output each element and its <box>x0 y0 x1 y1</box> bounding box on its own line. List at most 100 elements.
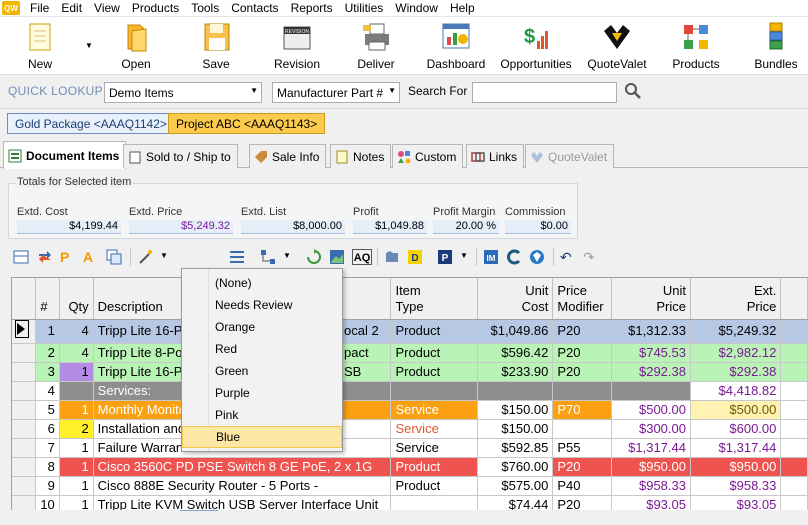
row-unit-cost[interactable]: $74.44 <box>477 495 554 510</box>
header-item-type[interactable]: Item Type <box>390 278 478 320</box>
opportunities-button[interactable]: $ Opportunities <box>498 19 574 73</box>
new-dropdown-icon[interactable]: ▼ <box>85 41 93 50</box>
row-type[interactable]: Product <box>390 343 478 363</box>
table-row[interactable]: 8 1 Cisco 3560C PD PSE Switch 8 GE PoE, … <box>12 457 808 477</box>
menu-products[interactable]: Products <box>126 0 185 17</box>
row-type[interactable]: Product <box>390 319 478 344</box>
row-unit-cost[interactable]: $575.00 <box>477 476 554 496</box>
list-view-icon[interactable] <box>229 249 245 265</box>
hierarchy-dropdown-icon[interactable]: ▼ <box>283 251 291 260</box>
row-type[interactable]: Service <box>390 400 478 420</box>
document-p-icon[interactable]: P <box>437 249 453 265</box>
row-ext-price[interactable]: $4,418.82 <box>690 381 782 401</box>
table-row[interactable]: 6 2 Installation and Service $150.00 $30… <box>12 419 808 439</box>
row-description[interactable]: Cisco 3560C PD PSE Switch 8 GE PoE, 2 x … <box>93 457 392 477</box>
row-unit-cost[interactable]: $596.42 <box>477 343 554 363</box>
row-unit-price[interactable]: $950.00 <box>611 457 691 477</box>
hierarchy-icon[interactable] <box>260 249 276 265</box>
table-row[interactable]: 2 4 Tripp Lite 8-Po pact Product $596.42 … <box>12 343 808 363</box>
menu-reports[interactable]: Reports <box>285 0 339 17</box>
row-type[interactable]: Service <box>390 419 478 439</box>
swap-icon[interactable] <box>37 249 53 265</box>
row-unit-cost[interactable] <box>477 381 554 401</box>
row-unit-price[interactable]: $292.38 <box>611 362 691 382</box>
row-type[interactable]: Product <box>390 457 478 477</box>
table-row[interactable]: 7 1 Failure Warran Service $592.85 P55 $… <box>12 438 808 458</box>
tab-custom[interactable]: Custom <box>392 144 464 168</box>
deliver-button[interactable]: Deliver <box>354 19 398 73</box>
document-p-dropdown-icon[interactable]: ▼ <box>460 251 468 260</box>
header-unit-cost[interactable]: Unit Cost <box>477 278 554 320</box>
wand-dropdown-icon[interactable]: ▼ <box>160 251 168 260</box>
search-icon[interactable] <box>624 82 642 100</box>
color-option-pink[interactable]: Pink <box>182 404 342 426</box>
row-price-modifier[interactable]: P55 <box>552 438 613 458</box>
row-qty[interactable]: 1 <box>59 476 94 496</box>
color-option-needs-review[interactable]: Needs Review <box>182 294 342 316</box>
color-option-green[interactable]: Green <box>182 360 342 382</box>
row-price-modifier[interactable]: P20 <box>552 319 613 344</box>
row-price-modifier[interactable]: P40 <box>552 476 613 496</box>
row-price-modifier[interactable]: P70 <box>552 400 613 420</box>
row-unit-cost[interactable]: $1,049.86 <box>477 319 554 344</box>
tab-sale-info[interactable]: Sale Info <box>249 144 327 168</box>
copy-format-icon[interactable] <box>106 249 122 265</box>
header-unit-price[interactable]: Unit Price <box>611 278 691 320</box>
row-price-modifier[interactable]: P20 <box>552 343 613 363</box>
p-format-icon[interactable]: P <box>60 249 76 265</box>
row-price-modifier[interactable]: P20 <box>552 362 613 382</box>
im-icon[interactable]: IM <box>483 249 499 265</box>
search-input[interactable] <box>472 82 617 103</box>
header-qty[interactable]: Qty <box>59 278 94 320</box>
bundles-button[interactable]: Bundles <box>752 19 800 73</box>
row-qty[interactable]: 1 <box>59 362 94 382</box>
row-ext-price[interactable]: $93.05 <box>690 495 782 510</box>
row-ext-price[interactable]: $958.33 <box>690 476 782 496</box>
row-qty[interactable]: 1 <box>59 400 94 420</box>
row-price-modifier[interactable]: P20 <box>552 495 613 510</box>
row-qty[interactable]: 1 <box>59 457 94 477</box>
row-unit-price[interactable]: $93.05 <box>611 495 691 510</box>
row-qty[interactable]: 4 <box>59 343 94 363</box>
row-qty[interactable]: 1 <box>59 438 94 458</box>
lookup-source-select[interactable]: Demo Items ▼ <box>104 82 262 103</box>
row-ext-price[interactable]: $1,317.44 <box>690 438 782 458</box>
table-row[interactable]: 9 1 Cisco 888E Security Router - 5 Ports… <box>12 476 808 496</box>
tab-sold-to-ship-to[interactable]: Sold to / Ship to <box>123 144 238 168</box>
header-price-modifier[interactable]: Price Modifier <box>552 278 613 320</box>
menu-view[interactable]: View <box>88 0 126 17</box>
row-unit-cost[interactable]: $233.90 <box>477 362 554 382</box>
row-unit-price[interactable]: $500.00 <box>611 400 691 420</box>
row-unit-price[interactable]: $1,312.33 <box>611 319 691 344</box>
tab-quotevalet[interactable]: QuoteValet <box>525 144 615 168</box>
row-unit-price[interactable]: $1,317.44 <box>611 438 691 458</box>
row-qty[interactable]: 1 <box>59 495 94 510</box>
row-unit-cost[interactable]: $592.85 <box>477 438 554 458</box>
tab-links[interactable]: Links <box>466 144 525 168</box>
header-ext-price[interactable]: Ext. Price <box>690 278 782 320</box>
row-qty[interactable]: 4 <box>59 319 94 344</box>
document-tab-project-abc[interactable]: Project ABC <AAAQ1143> <box>168 113 326 134</box>
undo-icon[interactable]: ↶ <box>560 249 576 265</box>
row-type[interactable]: Product <box>390 476 478 496</box>
menu-file[interactable]: File <box>24 0 55 17</box>
row-type[interactable]: Product <box>390 362 478 382</box>
menu-help[interactable]: Help <box>444 0 481 17</box>
lookup-field-select[interactable]: Manufacturer Part # ▼ <box>272 82 400 103</box>
tab-notes[interactable]: Notes <box>330 144 392 168</box>
table-row[interactable]: 10 1 Tripp Lite KVM Switch USB Server In… <box>12 495 808 510</box>
color-option-purple[interactable]: Purple <box>182 382 342 404</box>
row-description[interactable]: Tripp Lite KVM Switch USB Server Interfa… <box>93 495 392 510</box>
table-row[interactable]: 1 4 Tripp Lite 16-P ocal 2 Product $1,049… <box>12 319 808 344</box>
row-ext-price[interactable]: $500.00 <box>690 400 782 420</box>
a-format-icon[interactable]: A <box>83 249 99 265</box>
row-unit-cost[interactable]: $150.00 <box>477 419 554 439</box>
new-button[interactable]: New <box>18 19 62 73</box>
row-price-modifier[interactable]: P20 <box>552 457 613 477</box>
save-button[interactable]: Save <box>194 19 238 73</box>
row-unit-price[interactable] <box>611 381 691 401</box>
row-unit-price[interactable]: $745.53 <box>611 343 691 363</box>
redo-icon[interactable]: ↷ <box>583 249 599 265</box>
document-tab-gold-package[interactable]: Gold Package <AAAQ1142> <box>7 113 175 134</box>
tab-document-items[interactable]: Document Items <box>3 141 127 169</box>
